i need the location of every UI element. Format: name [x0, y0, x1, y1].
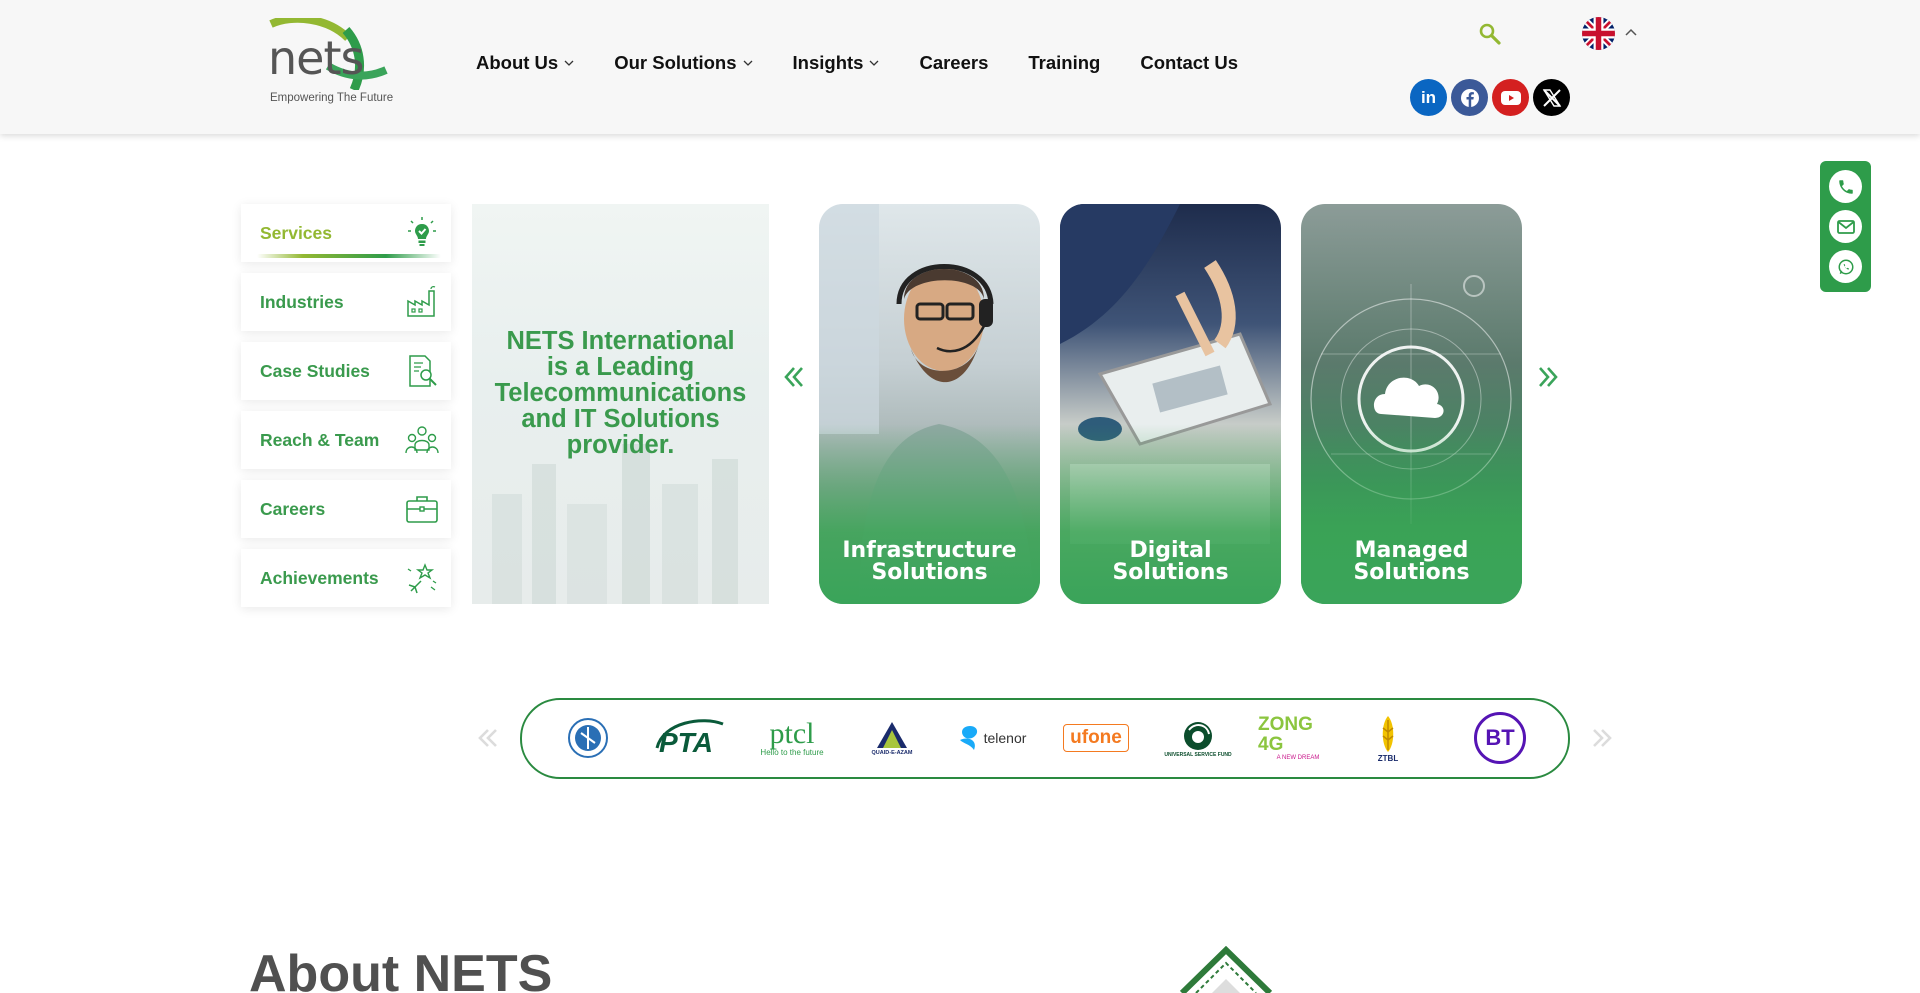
chevron-down-icon: [564, 60, 574, 66]
briefcase-icon: [406, 496, 438, 523]
nav-label: Our Solutions: [614, 52, 737, 73]
nav-label: Careers: [919, 52, 989, 73]
lightbulb-icon: [408, 217, 436, 246]
sidebar-item-services[interactable]: Services: [241, 204, 451, 262]
carousel-next-icon[interactable]: [1536, 365, 1560, 389]
bt-text: BT: [1474, 712, 1526, 764]
diamond-decoration-icon: [1179, 946, 1273, 993]
sidebar-item-label: Achievements: [260, 567, 379, 588]
card-title-line: Managed: [1354, 538, 1469, 563]
zong-sub: A NEW DREAM: [1276, 755, 1320, 761]
qea-text: QUAID-E-AZAM: [871, 750, 913, 756]
sidebar-item-careers[interactable]: Careers: [241, 480, 451, 538]
client-logo-bt: BT: [1474, 710, 1526, 766]
hero-line: and IT Solutions: [521, 405, 720, 433]
telenor-text: telenor: [983, 730, 1027, 746]
hero-line: NETS International: [506, 327, 735, 355]
card-infrastructure-solutions[interactable]: Infrastructure Solutions: [819, 204, 1040, 604]
client-logo-quaid-e-azam: QUAID-E-AZAM: [862, 710, 922, 766]
ptcl-text: ptcl: [769, 716, 815, 750]
award-icon: [407, 563, 437, 594]
carousel-prev-icon[interactable]: [782, 365, 806, 389]
document-search-icon: [409, 355, 437, 387]
floating-contact-bar: [1820, 161, 1871, 292]
sidebar-item-label: Case Studies: [260, 360, 370, 381]
card-title-line: Digital: [1129, 538, 1212, 563]
chevron-up-icon[interactable]: [1624, 27, 1638, 37]
card-title-line: Infrastructure: [842, 538, 1017, 563]
nav-label: Contact Us: [1140, 52, 1238, 73]
whatsapp-icon[interactable]: [1829, 250, 1862, 283]
card-title-line: Solutions: [871, 560, 988, 585]
ptcl-sub: Hello to the future: [760, 747, 824, 757]
pta-text: PTA: [659, 727, 713, 758]
clients-next-icon[interactable]: [1590, 727, 1614, 749]
sidebar-item-label: Careers: [260, 498, 326, 519]
client-logo-pta: PTA: [652, 710, 730, 766]
active-underline: [257, 254, 441, 258]
ztbl-text: ZTBL: [1377, 753, 1399, 763]
sidebar-item-reach-team[interactable]: Reach & Team: [241, 411, 451, 469]
card-title: Infrastructure Solutions: [819, 540, 1040, 584]
hero-line: provider.: [566, 431, 675, 459]
phone-icon[interactable]: [1829, 170, 1862, 203]
facebook-icon[interactable]: [1451, 79, 1488, 116]
card-title-line: Solutions: [1353, 560, 1470, 585]
sidebar-item-achievements[interactable]: Achievements: [241, 549, 451, 607]
ufone-text: ufone: [1063, 724, 1129, 752]
card-title-line: Solutions: [1112, 560, 1229, 585]
card-managed-solutions[interactable]: Managed Solutions: [1301, 204, 1522, 604]
client-logo-ufone: ufone: [1058, 710, 1134, 766]
search-icon[interactable]: [1478, 22, 1502, 46]
client-logo-ptcl: ptcl Hello to the future: [752, 710, 832, 766]
youtube-icon[interactable]: [1492, 79, 1529, 116]
nav-label: Insights: [792, 52, 864, 73]
chevron-down-icon: [869, 60, 879, 66]
sidebar-item-label: Industries: [260, 291, 344, 312]
sidebar-item-label: Services: [260, 222, 333, 243]
clients-prev-icon[interactable]: [476, 727, 500, 749]
factory-icon: [407, 286, 436, 317]
nav-contact-us[interactable]: Contact Us: [1140, 52, 1238, 74]
client-logo-zong: ZONG 4G A NEW DREAM: [1258, 710, 1338, 766]
main-nav: About Us Our Solutions Insights Careers …: [476, 52, 1278, 74]
client-logo-ztbl: ZTBL: [1368, 710, 1408, 766]
nav-insights[interactable]: Insights: [793, 52, 880, 74]
client-logo-pakistan-telecom: [566, 710, 610, 766]
client-logo-telenor: telenor: [952, 710, 1032, 766]
nav-training[interactable]: Training: [1028, 52, 1100, 74]
svg-text:nets: nets: [268, 31, 363, 85]
team-icon: [405, 426, 439, 454]
site-header: nets Empowering The Future About Us Our …: [0, 0, 1920, 134]
nav-careers[interactable]: Careers: [919, 52, 988, 74]
hero-line: is a Leading: [546, 353, 695, 381]
nets-logo[interactable]: nets Empowering The Future: [268, 18, 394, 108]
nav-our-solutions[interactable]: Our Solutions: [614, 52, 752, 74]
sidebar-item-industries[interactable]: Industries: [241, 273, 451, 331]
nav-label: About Us: [476, 52, 559, 73]
linkedin-icon[interactable]: in: [1410, 79, 1447, 116]
card-title: Digital Solutions: [1060, 540, 1281, 584]
sidebar-item-case-studies[interactable]: Case Studies: [241, 342, 451, 400]
hero-headline: NETS International is a Leading Telecomm…: [480, 328, 761, 458]
chevron-down-icon: [743, 60, 752, 66]
nav-about-us[interactable]: About Us: [476, 52, 574, 74]
x-icon[interactable]: [1533, 79, 1570, 116]
usf-text: UNIVERSAL SERVICE FUND: [1164, 752, 1232, 758]
logo-tagline: Empowering The Future: [270, 92, 394, 104]
uk-flag-icon[interactable]: [1582, 17, 1615, 50]
hero-line: Telecommunications: [494, 379, 747, 407]
zong-text: ZONG 4G: [1258, 714, 1313, 755]
client-logo-usf: UNIVERSAL SERVICE FUND: [1158, 710, 1238, 766]
sidebar-item-label: Reach & Team: [260, 429, 380, 450]
hero-intro-panel: NETS International is a Leading Telecomm…: [472, 204, 769, 604]
client-logos-carousel: PTA ptcl Hello to the future QUAID-E-AZA…: [520, 698, 1570, 779]
card-title: Managed Solutions: [1301, 540, 1522, 584]
about-section-title: About NETS: [249, 945, 553, 993]
nav-label: Training: [1028, 52, 1101, 73]
email-icon[interactable]: [1829, 210, 1862, 243]
card-digital-solutions[interactable]: Digital Solutions: [1060, 204, 1281, 604]
